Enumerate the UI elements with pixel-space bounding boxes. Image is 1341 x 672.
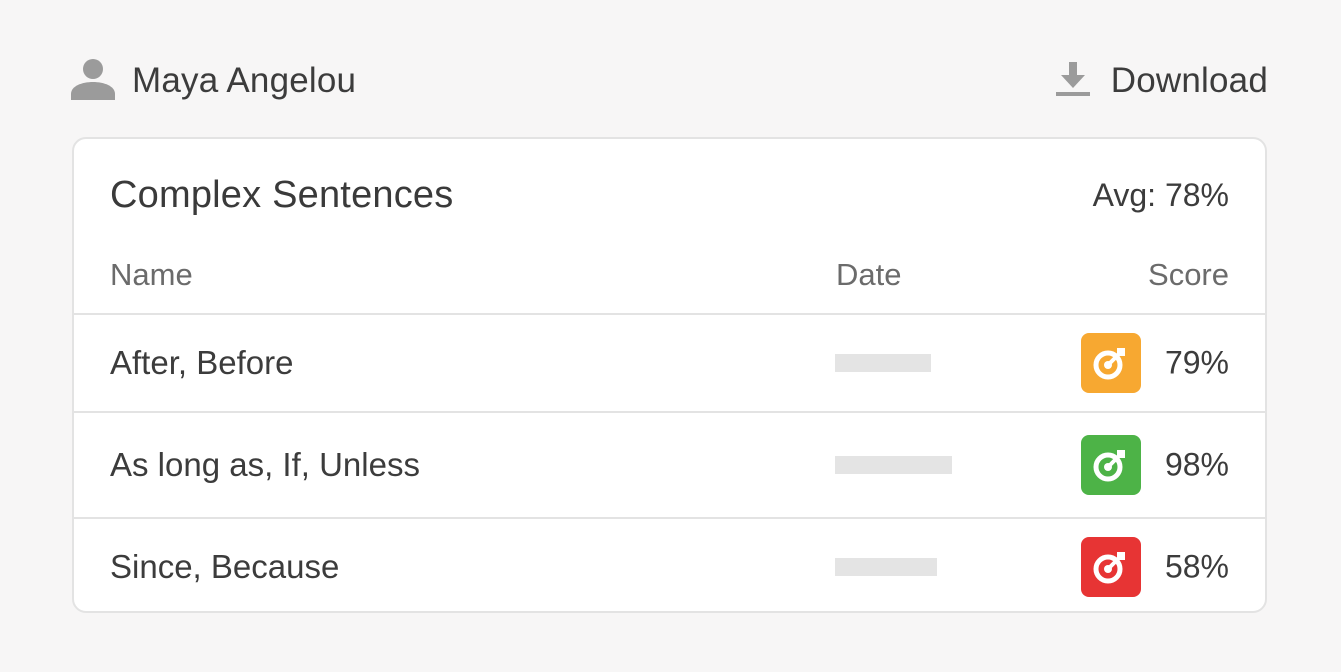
download-label: Download	[1110, 61, 1268, 100]
date-placeholder	[835, 456, 952, 474]
target-icon	[1081, 537, 1141, 597]
row-score: 98%	[1164, 446, 1229, 483]
row-score: 58%	[1164, 548, 1229, 585]
table-row[interactable]: Since, Because 58%	[74, 517, 1265, 611]
date-placeholder	[835, 354, 931, 372]
person-icon	[70, 56, 116, 107]
user-name: Maya Angelou	[132, 61, 357, 100]
column-header-date: Date	[836, 257, 902, 292]
card-header: Complex Sentences Avg: 78%	[110, 167, 1229, 223]
download-icon	[1053, 59, 1093, 104]
user-info: Maya Angelou	[70, 56, 356, 107]
card-title: Complex Sentences	[110, 173, 454, 216]
row-score: 79%	[1164, 344, 1229, 381]
average-score: Avg: 78%	[1092, 176, 1229, 213]
row-name: Since, Because	[110, 548, 340, 585]
target-icon	[1081, 333, 1141, 393]
score-card: Complex Sentences Avg: 78% Name Date Sco…	[72, 137, 1267, 613]
target-icon	[1081, 435, 1141, 495]
table-header: Name Date Score	[110, 251, 1229, 299]
table-body: After, Before 79% As long as, If, Unless	[74, 313, 1265, 611]
top-bar: Maya Angelou Download	[70, 52, 1268, 110]
table-row[interactable]: After, Before 79%	[74, 313, 1265, 411]
table-row[interactable]: As long as, If, Unless 98%	[74, 411, 1265, 517]
column-header-name: Name	[110, 257, 193, 292]
date-placeholder	[835, 558, 937, 576]
row-name: After, Before	[110, 344, 294, 381]
download-button[interactable]: Download	[1053, 59, 1268, 104]
column-header-score: Score	[1148, 257, 1229, 292]
row-name: As long as, If, Unless	[110, 446, 420, 483]
